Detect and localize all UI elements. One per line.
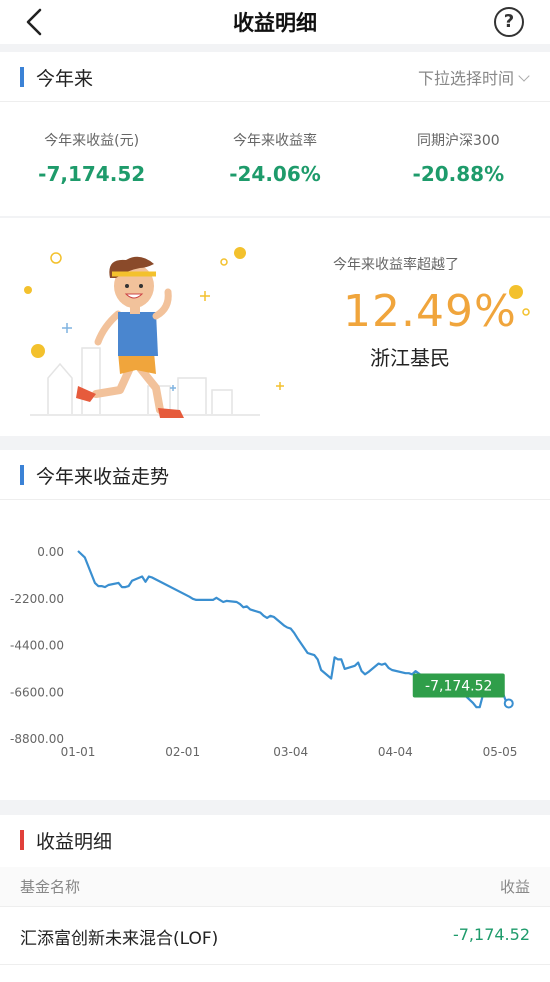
table-row[interactable]: 汇添富创新未来混合(LOF) -7,174.52	[0, 907, 550, 965]
runner-illustration	[24, 247, 284, 418]
col-fund-name: 基金名称	[20, 878, 81, 896]
ranking-caption: 今年来收益率超越了	[333, 257, 459, 273]
ranking-percent: 12.49%	[343, 286, 517, 337]
current-value-label: -7,174.52	[425, 678, 492, 694]
x-tick-label: 03-04	[273, 745, 308, 759]
stats-row: 今年来收益(元) -7,174.52 今年来收益率 -24.06% 同期沪深30…	[0, 118, 550, 208]
y-tick-label: 0.00	[37, 545, 64, 559]
detail-card: 收益明细 基金名称 收益 汇添富创新未来混合(LOF) -7,174.52	[0, 815, 550, 982]
summary-header: 今年来 下拉选择时间	[0, 52, 550, 102]
fund-name: 汇添富创新未来混合(LOF)	[20, 929, 219, 949]
fund-profit: -7,174.52	[452, 925, 530, 944]
col-profit: 收益	[499, 878, 530, 896]
summary-title: 今年来	[36, 68, 94, 90]
page-title: 收益明细	[233, 11, 317, 35]
detail-header: 收益明细	[0, 815, 550, 865]
trend-card: 今年来收益走势 0.00 -2200.00 -4400.00 -6600.00 -880…	[0, 450, 550, 800]
ranking-area: 浙江基民	[370, 346, 450, 370]
detail-title: 收益明细	[36, 831, 113, 853]
time-picker-label: 下拉选择时间	[417, 69, 514, 88]
stat-label: 今年来收益(元)	[44, 133, 140, 149]
trend-chart[interactable]: 0.00 -2200.00 -4400.00 -6600.00 -8800.0001-0…	[0, 500, 550, 800]
y-tick-label: -8800.00	[10, 732, 64, 746]
stat-value: -7,174.52	[38, 162, 146, 186]
x-tick-label: 05-05	[483, 745, 518, 759]
stat-label: 今年来收益率	[232, 133, 317, 149]
stat-value: -20.88%	[412, 162, 505, 186]
x-tick-label: 04-04	[378, 745, 413, 759]
x-tick-label: 02-01	[165, 745, 200, 759]
trend-header: 今年来收益走势	[0, 450, 550, 500]
stat-benchmark: 同期沪深300 -20.88%	[367, 118, 550, 208]
stat-ytd-profit: 今年来收益(元) -7,174.52	[0, 118, 183, 208]
chevron-down-icon	[518, 70, 530, 82]
question-circle-icon[interactable]: ?	[494, 7, 524, 37]
y-tick-label: -2200.00	[10, 592, 64, 606]
trend-title: 今年来收益走势	[36, 466, 170, 488]
section-marker	[20, 830, 24, 850]
section-marker	[20, 465, 24, 485]
table-header: 基金名称 收益	[0, 867, 550, 907]
stat-label: 同期沪深300	[416, 133, 500, 149]
current-point-marker	[503, 698, 514, 709]
stat-value: -24.06%	[229, 162, 321, 186]
x-tick-label: 01-01	[61, 745, 96, 759]
ranking-card: 今年来收益率超越了 12.49% 浙江基民	[0, 218, 550, 436]
nav-bar: 收益明细 ?	[0, 0, 550, 44]
y-tick-label: -4400.00	[10, 639, 64, 653]
time-picker[interactable]: 下拉选择时间	[417, 65, 530, 89]
section-marker	[20, 67, 24, 87]
summary-card: 今年来 下拉选择时间 今年来收益(元) -7,174.52 今年来收益率 -24…	[0, 52, 550, 216]
y-tick-label: -6600.00	[10, 685, 64, 699]
stat-ytd-rate: 今年来收益率 -24.06%	[183, 118, 366, 208]
